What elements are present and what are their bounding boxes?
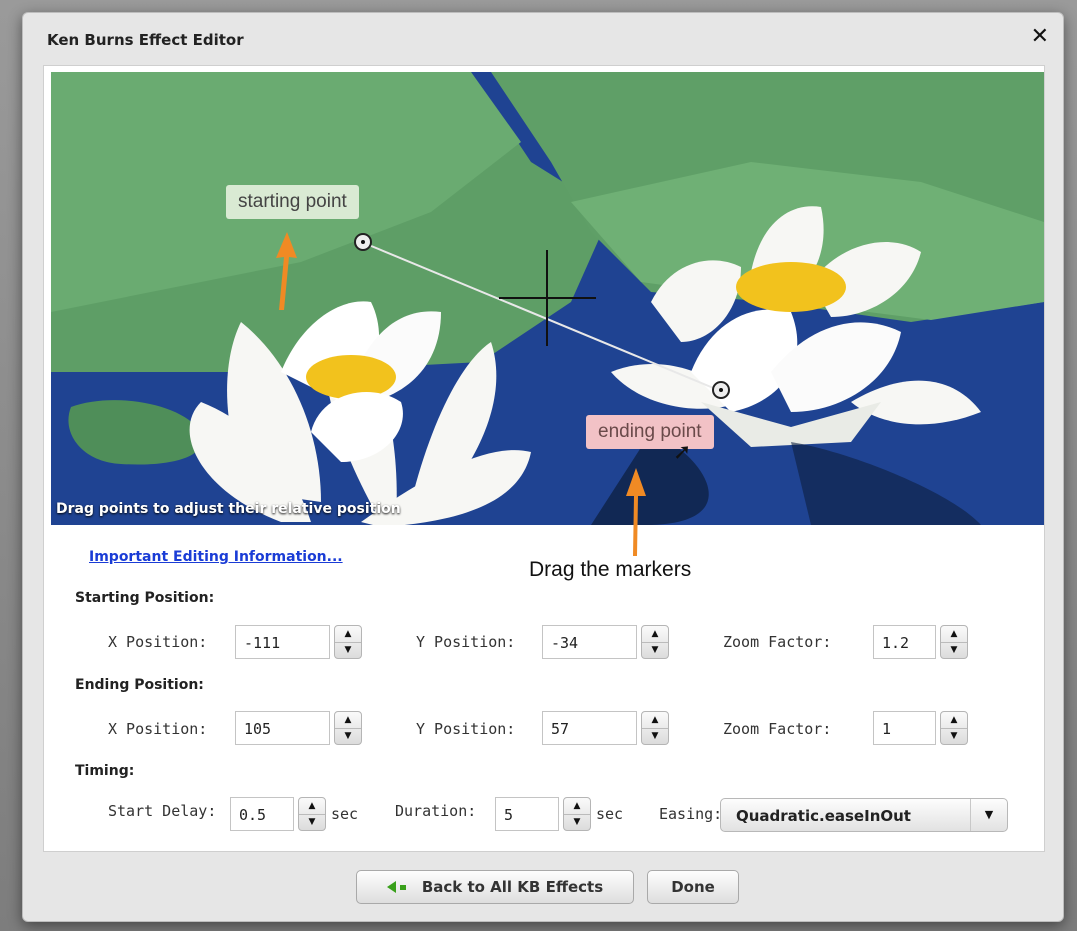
ending-point-tag: ending point bbox=[586, 415, 714, 449]
done-button[interactable]: Done bbox=[647, 870, 739, 904]
start-zoom-stepper[interactable]: 1.2 ▲ ▼ bbox=[873, 625, 968, 659]
close-icon[interactable]: ✕ bbox=[1031, 25, 1049, 49]
duration-field[interactable]: 5 bbox=[495, 797, 559, 831]
back-arrow-tail bbox=[399, 884, 406, 890]
editor-panel: starting point ending point ➚ Drag point… bbox=[43, 65, 1045, 852]
increment-icon[interactable]: ▲ bbox=[335, 712, 361, 729]
chevron-down-icon[interactable]: ▼ bbox=[970, 799, 1007, 831]
start-delay-spin-buttons[interactable]: ▲ ▼ bbox=[298, 797, 326, 831]
start-y-field[interactable]: -34 bbox=[542, 625, 637, 659]
decrement-icon[interactable]: ▼ bbox=[335, 642, 361, 658]
start-y-stepper[interactable]: -34 ▲ ▼ bbox=[542, 625, 669, 659]
stage-caption: Drag points to adjust their relative pos… bbox=[56, 501, 401, 517]
end-zoom-spin-buttons[interactable]: ▲ ▼ bbox=[940, 711, 968, 745]
start-y-spin-buttons[interactable]: ▲ ▼ bbox=[641, 625, 669, 659]
callout-arrow-icon bbox=[626, 468, 646, 556]
image-stage[interactable]: starting point ending point ➚ Drag point… bbox=[51, 72, 1044, 525]
increment-icon[interactable]: ▲ bbox=[941, 626, 967, 643]
water-lily-image bbox=[51, 72, 1044, 525]
start-x-label: X Position: bbox=[108, 633, 208, 651]
easing-label: Easing: bbox=[659, 805, 723, 823]
dialog-footer: Back to All KB Effects Done bbox=[23, 853, 1063, 904]
decrement-icon[interactable]: ▼ bbox=[941, 642, 967, 658]
back-arrow-icon bbox=[386, 881, 396, 893]
ending-position-heading: Ending Position: bbox=[75, 677, 204, 693]
easing-select[interactable]: Quadratic.easeInOut ▼ bbox=[720, 798, 1008, 832]
end-zoom-label: Zoom Factor: bbox=[723, 720, 832, 738]
end-x-spin-buttons[interactable]: ▲ ▼ bbox=[334, 711, 362, 745]
start-x-field[interactable]: -111 bbox=[235, 625, 330, 659]
start-x-stepper[interactable]: -111 ▲ ▼ bbox=[235, 625, 362, 659]
delay-unit: sec bbox=[331, 805, 359, 823]
important-info-link[interactable]: Important Editing Information... bbox=[89, 549, 343, 565]
end-marker-icon[interactable] bbox=[712, 381, 730, 399]
start-zoom-field[interactable]: 1.2 bbox=[873, 625, 936, 659]
increment-icon[interactable]: ▲ bbox=[642, 712, 668, 729]
end-zoom-stepper[interactable]: 1 ▲ ▼ bbox=[873, 711, 968, 745]
increment-icon[interactable]: ▲ bbox=[642, 626, 668, 643]
decrement-icon[interactable]: ▼ bbox=[299, 814, 325, 830]
back-button-label: Back to All KB Effects bbox=[421, 878, 604, 896]
drag-markers-callout: Drag the markers bbox=[525, 556, 696, 584]
end-y-stepper[interactable]: 57 ▲ ▼ bbox=[542, 711, 669, 745]
duration-unit: sec bbox=[596, 805, 624, 823]
end-y-field[interactable]: 57 bbox=[542, 711, 637, 745]
start-zoom-spin-buttons[interactable]: ▲ ▼ bbox=[940, 625, 968, 659]
end-y-label: Y Position: bbox=[416, 720, 516, 738]
duration-spin-buttons[interactable]: ▲ ▼ bbox=[563, 797, 591, 831]
done-button-label: Done bbox=[671, 878, 715, 896]
increment-icon[interactable]: ▲ bbox=[564, 798, 590, 815]
starting-point-tag: starting point bbox=[226, 185, 359, 219]
duration-stepper[interactable]: 5 ▲ ▼ bbox=[495, 797, 591, 831]
timing-heading: Timing: bbox=[75, 763, 135, 779]
starting-position-heading: Starting Position: bbox=[75, 590, 215, 606]
back-to-effects-button[interactable]: Back to All KB Effects bbox=[356, 870, 634, 904]
ken-burns-dialog: Ken Burns Effect Editor ✕ starting point… bbox=[22, 12, 1064, 922]
dialog-titlebar: Ken Burns Effect Editor ✕ bbox=[23, 13, 1063, 59]
dialog-title: Ken Burns Effect Editor bbox=[47, 31, 244, 49]
start-x-spin-buttons[interactable]: ▲ ▼ bbox=[334, 625, 362, 659]
decrement-icon[interactable]: ▼ bbox=[642, 728, 668, 744]
duration-label: Duration: bbox=[395, 802, 477, 820]
easing-value: Quadratic.easeInOut bbox=[736, 807, 911, 825]
start-zoom-label: Zoom Factor: bbox=[723, 633, 832, 651]
decrement-icon[interactable]: ▼ bbox=[642, 642, 668, 658]
pointer-cursor-icon: ➚ bbox=[673, 440, 692, 465]
end-y-spin-buttons[interactable]: ▲ ▼ bbox=[641, 711, 669, 745]
increment-icon[interactable]: ▲ bbox=[299, 798, 325, 815]
start-delay-stepper[interactable]: 0.5 ▲ ▼ bbox=[230, 797, 326, 831]
start-y-label: Y Position: bbox=[416, 633, 516, 651]
end-x-stepper[interactable]: 105 ▲ ▼ bbox=[235, 711, 362, 745]
decrement-icon[interactable]: ▼ bbox=[335, 728, 361, 744]
end-x-label: X Position: bbox=[108, 720, 208, 738]
start-delay-field[interactable]: 0.5 bbox=[230, 797, 294, 831]
increment-icon[interactable]: ▲ bbox=[335, 626, 361, 643]
decrement-icon[interactable]: ▼ bbox=[941, 728, 967, 744]
end-x-field[interactable]: 105 bbox=[235, 711, 330, 745]
end-zoom-field[interactable]: 1 bbox=[873, 711, 936, 745]
increment-icon[interactable]: ▲ bbox=[941, 712, 967, 729]
decrement-icon[interactable]: ▼ bbox=[564, 814, 590, 830]
start-marker-icon[interactable] bbox=[354, 233, 372, 251]
start-delay-label: Start Delay: bbox=[108, 802, 217, 820]
